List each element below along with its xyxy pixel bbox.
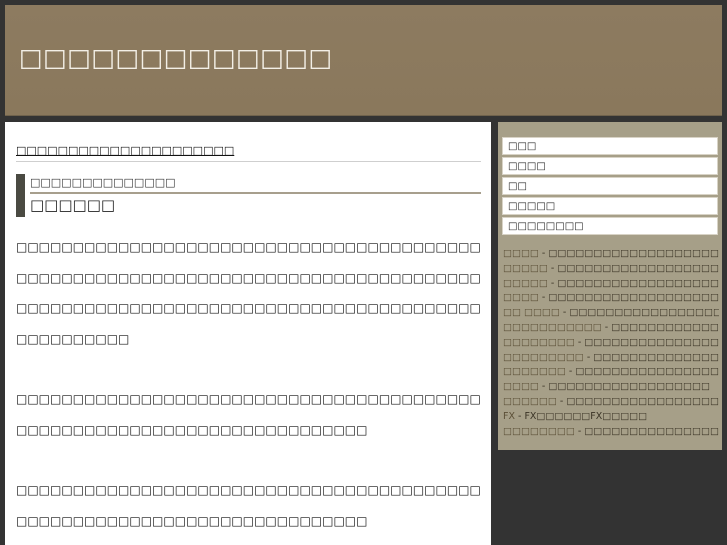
link-description: □□□□□□□□□□□□□□□□□□□□□ [557,277,719,289]
heading-accent-bar [16,174,25,217]
sidebar-link[interactable]: □□□□□ [503,278,548,289]
link-separator: - [565,366,576,378]
link-separator: - [547,262,558,274]
sidebar-link[interactable]: □□□□ [503,248,539,259]
sidebar-link-list: □□□□ - □□□□□□□□□□□□□□□□□□□□□□□□□□□□□□□□ … [503,247,719,439]
sidebar-link[interactable]: □□□□□□□□□ [503,352,584,363]
link-separator: - [574,336,585,348]
main-content: □□□□□□□□□□□□□□□□□□□□□ □□□□□□□□□□□□□□ □□□… [5,122,491,545]
sidebar-link[interactable]: □□□□ [503,292,539,303]
link-separator: - [574,425,585,437]
heading-divider [30,192,481,194]
link-separator: - [538,381,549,393]
link-description: □□□□□□□□□□□□□□□□□□□□□□□□□ [584,336,719,348]
site-header: □□□□□□□□□□□□□ [5,5,722,116]
link-description: □□□□□□□□□□□□□□□□□□□□□□□ [548,292,719,304]
sidebar-link-row: □□□□□□□□ - □□□□□□□□□□□□□□□□□□□□□□□□□□□ [503,425,719,440]
article-body: □□□□□□□□□□□□□□□□□□□□□□□□□□□□□□□□□□□□□□□□… [16,232,481,545]
link-separator: - [547,277,558,289]
link-separator: - [556,395,567,407]
sidebar-link-row: □□□□□□□ - □□□□□□□□□□□□□□□□□□□□□□□□□□ [503,365,719,380]
link-separator: - [559,307,570,319]
sidebar-nav-item-5[interactable]: □□□□□□□□ [502,217,718,235]
sidebar-nav: □□□ □□□□ □□ □□□□□ □□□□□□□□ [502,137,718,237]
sidebar-link[interactable]: □□□□□□□□□□□ [503,322,602,333]
sidebar-link-row: □□□□ - □□□□□□□□□□□□□□□□□□□□□□□ [503,291,719,306]
link-description: □□□□□□□□□□□□□□□□□□□□□□□□□□□ [569,307,719,319]
sidebar-nav-item-3[interactable]: □□ [502,177,718,195]
sidebar-link-row: □□□□ - □□□□□□□□□□□□□□□□□□□□□□□□□□□ [503,247,719,262]
link-description: □□□□□□□□□□□□□□□□□□□□□□□□□□ [575,366,719,378]
sidebar-link-row: □□□□□□ - □□□□□□□□□□□□□□□□□□□□□□□ [503,395,719,410]
link-separator: - [601,321,612,333]
sidebar-link[interactable]: □□ □□□□ [503,307,560,318]
sidebar-nav-item-4[interactable]: □□□□□ [502,197,718,215]
breadcrumb[interactable]: □□□□□□□□□□□□□□□□□□□□□ [16,144,481,162]
sidebar-link-row: □□□□ - □□□□□□□□□□□□□□□□□□ [503,380,719,395]
sidebar: □□□ □□□□ □□ □□□□□ □□□□□□□□ □□□□ - □□□□□□… [498,122,722,450]
article-paragraph: □□□□□□□□□□□□□□□□□□□□□□□□□□□□□□□□□□□□□□□□… [16,240,481,346]
sidebar-link[interactable]: □□□□□□□ [503,366,566,377]
article-paragraph: □□□□□□□□□□□□□□□□□□□□□□□□□□□□□□□□□□□□□□□□… [16,392,481,437]
site-title[interactable]: □□□□□□□□□□□□□ [19,43,333,72]
link-description: □□□□□□□□□□□□□□□□□□□□□□□□ [593,351,719,363]
sidebar-link-row: □□□□□□□□□□□ - □□□□□□□□□□□□□□□□□□□□□□□□□□ [503,321,719,336]
article-paragraph: □□□□□□□□□□□□□□□□□□□□□□□□□□□□□□□□□□□□□□□□… [16,483,481,528]
sidebar-link-row: □□□□□ - □□□□□□□□□□□□□□□□□□□ [503,262,719,277]
sidebar-link[interactable]: □□□□□□ [503,396,557,407]
sidebar-link-row: □□□□□□□□ - □□□□□□□□□□□□□□□□□□□□□□□□□ [503,336,719,351]
link-description: □□□□□□□□□□□□□□□□□□ [548,381,710,393]
sidebar-link[interactable]: □□□□□ [503,263,548,274]
link-separator: - [538,248,549,259]
link-description: □□□□□□□□□□□□□□□□□□□□□□□□□□ [611,321,719,333]
link-description: □□□□□□□□□□□□□□□□□□□□□□□□□□□ [584,425,719,437]
sidebar-link[interactable]: □□□□□□□□ [503,426,575,437]
link-description: □□□□□□□□□□□□□□□□□□□□□□□ [566,395,719,407]
sidebar-nav-item-1[interactable]: □□□ [502,137,718,155]
sidebar-link-row: □□□□□ - □□□□□□□□□□□□□□□□□□□□□ [503,277,719,292]
link-separator: - [583,351,594,363]
link-description: FX□□□□□□FX□□□□□ [524,410,648,422]
article-heading: □□□□□□□□□□□□□□ □□□□□□ [16,174,481,218]
sidebar-link[interactable]: □□□□□□□□ [503,337,575,348]
sidebar-link[interactable]: □□□□ [503,381,539,392]
sidebar-link[interactable]: FX [503,411,515,422]
link-description: □□□□□□□□□□□□□□□□□□□ [557,262,719,274]
article-subtitle: □□□□□□□□□□□□□□ [30,176,176,189]
link-description: □□□□□□□□□□□□□□□□□□□□□□□□□□□ [548,248,719,259]
link-separator: - [538,292,549,304]
sidebar-link-row: FX - FX□□□□□□FX□□□□□ [503,410,719,425]
article-title: □□□□□□ [30,196,116,214]
sidebar-nav-item-2[interactable]: □□□□ [502,157,718,175]
sidebar-link-row: □□ □□□□ - □□□□□□□□□□□□□□□□□□□□□□□□□□□ [503,306,719,321]
sidebar-link-row: □□□□□□□□□ - □□□□□□□□□□□□□□□□□□□□□□□□ [503,351,719,366]
